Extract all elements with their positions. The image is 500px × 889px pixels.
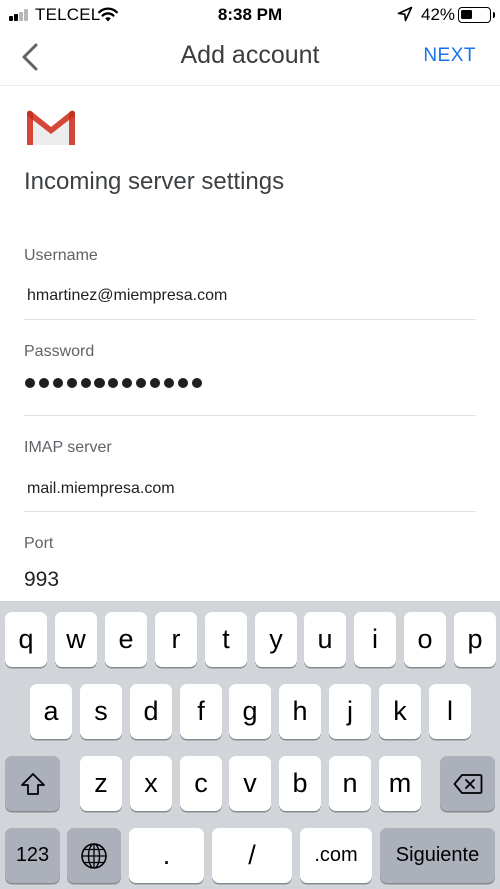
globe-key[interactable] (67, 828, 121, 883)
keyboard: q w e r t y u i o p a s d f g h j k l z … (0, 601, 500, 889)
key-p[interactable]: p (454, 612, 496, 667)
status-bar: TELCEL 8:38 PM 42% (0, 0, 500, 30)
key-a[interactable]: a (30, 684, 72, 739)
key-v[interactable]: v (229, 756, 271, 811)
username-label: Username (24, 247, 98, 264)
battery-icon (458, 7, 495, 23)
key-b[interactable]: b (279, 756, 321, 811)
key-h[interactable]: h (279, 684, 321, 739)
key-e[interactable]: e (105, 612, 147, 667)
shift-icon (20, 772, 45, 795)
shift-key[interactable] (5, 756, 60, 811)
key-t[interactable]: t (205, 612, 247, 667)
key-j[interactable]: j (329, 684, 371, 739)
location-arrow-icon (397, 6, 413, 22)
password-mask-dot (52, 378, 63, 389)
delete-icon (453, 773, 482, 794)
password-label: Password (24, 343, 95, 360)
key-m[interactable]: m (379, 756, 421, 811)
navigation-bar: Add account NEXT (0, 30, 500, 86)
key-l[interactable]: l (429, 684, 471, 739)
password-mask-dot (177, 378, 188, 389)
key-r[interactable]: r (155, 612, 197, 667)
section-heading: Incoming server settings (24, 168, 285, 195)
username-field[interactable]: hmartinez@miempresa.com (27, 287, 227, 305)
key-o[interactable]: o (404, 612, 446, 667)
key-x[interactable]: x (130, 756, 172, 811)
port-label: Port (24, 535, 54, 552)
key-g[interactable]: g (229, 684, 271, 739)
next-button[interactable]: NEXT (423, 45, 476, 67)
password-underline (24, 415, 476, 416)
slash-key[interactable]: / (212, 828, 292, 883)
key-k[interactable]: k (379, 684, 421, 739)
battery-percentage: 42% (421, 5, 456, 24)
delete-key[interactable] (440, 756, 495, 811)
password-mask-dot (149, 378, 161, 389)
imap-server-underline (24, 511, 476, 512)
password-mask-dot (163, 378, 174, 389)
password-mask-dot (80, 378, 91, 389)
key-d[interactable]: d (130, 684, 172, 739)
password-field[interactable] (25, 378, 202, 389)
password-mask-dot (25, 378, 36, 389)
password-mask-dot (94, 378, 105, 389)
password-mask-dot (191, 378, 202, 389)
key-u[interactable]: u (304, 612, 346, 667)
password-mask-dot (108, 378, 119, 389)
password-mask-dot (38, 378, 50, 389)
key-w[interactable]: w (55, 612, 97, 667)
imap-server-label: IMAP server (24, 439, 112, 456)
dotcom-key[interactable]: .com (300, 828, 372, 883)
gmail-logo-icon (27, 110, 75, 145)
key-y[interactable]: y (255, 612, 297, 667)
key-f[interactable]: f (180, 684, 222, 739)
key-i[interactable]: i (354, 612, 396, 667)
key-c[interactable]: c (180, 756, 222, 811)
numbers-key[interactable]: 123 (5, 828, 60, 883)
password-mask-dot (122, 378, 133, 389)
key-n[interactable]: n (329, 756, 371, 811)
key-s[interactable]: s (80, 684, 122, 739)
imap-server-field[interactable]: mail.miempresa.com (27, 480, 175, 498)
port-field[interactable]: 993 (24, 568, 59, 592)
key-z[interactable]: z (80, 756, 122, 811)
globe-icon (81, 842, 107, 869)
password-mask-dot (136, 378, 147, 389)
return-key[interactable]: Siguiente (380, 828, 495, 883)
password-mask-dot (66, 378, 77, 389)
key-q[interactable]: q (5, 612, 47, 667)
username-underline (24, 319, 476, 320)
dot-key[interactable]: . (129, 828, 204, 883)
